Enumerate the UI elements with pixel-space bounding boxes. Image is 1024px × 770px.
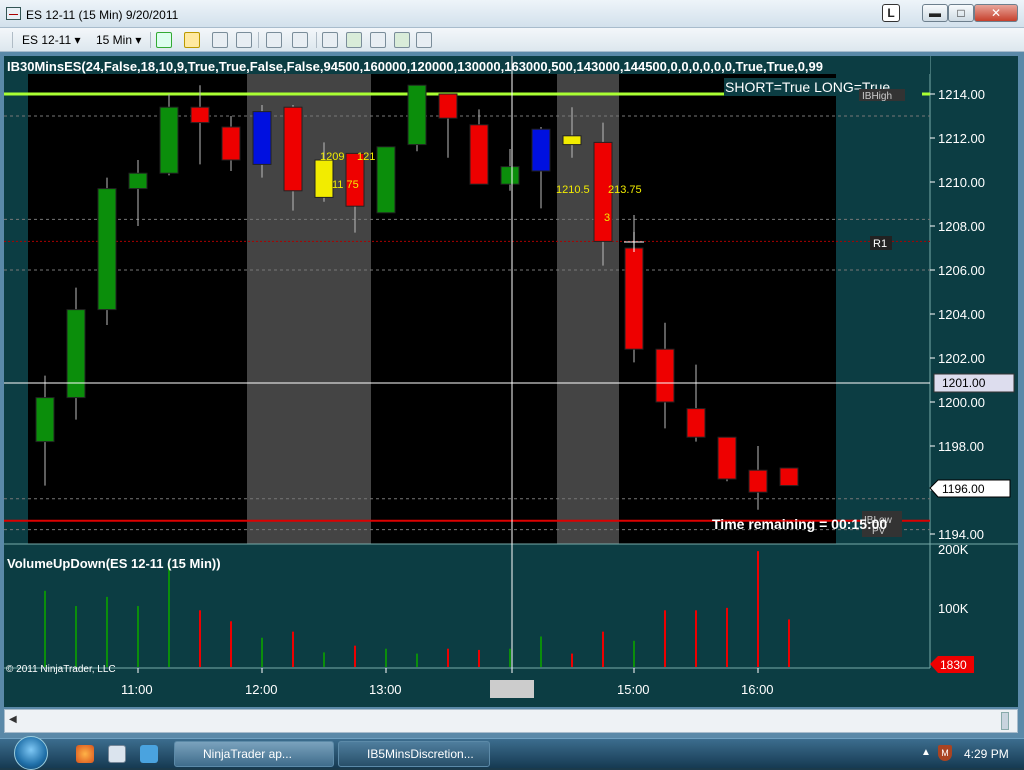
crosshair-time-box [490, 680, 534, 698]
candle-body-4 [159, 106, 179, 174]
crosshair-price: 1201.00 [942, 376, 986, 390]
candle-body-16 [531, 128, 551, 172]
task-ib5mins-folder[interactable]: IB5MinsDiscretion... [338, 741, 490, 767]
last-volume: 1830 [940, 658, 967, 672]
close-button[interactable]: ✕ [974, 4, 1018, 22]
candle-body-7 [252, 111, 272, 165]
clock[interactable]: 4:29 PM [964, 747, 1009, 761]
indicators-panel-icon[interactable] [346, 32, 362, 48]
ib-high-label: IBHigh [862, 91, 892, 102]
price-tick-label-4: 1206.00 [938, 263, 985, 278]
candle-body-19 [624, 247, 644, 350]
candle-body-17 [562, 135, 582, 146]
price-tick-label-5: 1204.00 [938, 307, 985, 322]
drawing-tool-icon[interactable] [184, 32, 200, 48]
time-remaining: Time remaining = 00:15:00 [712, 516, 887, 532]
indicator-icon[interactable] [212, 32, 228, 48]
candle-body-12 [407, 84, 427, 146]
price-tick-label-6: 1202.00 [938, 351, 985, 366]
data-box-icon[interactable] [394, 32, 410, 48]
chart-app-icon [6, 7, 21, 20]
indicator-label: IB30MinsES(24,False,18,10,9,True,True,Fa… [7, 59, 823, 74]
time-tick-label-2: 13:00 [369, 682, 402, 697]
candle-body-24 [779, 467, 799, 487]
toolbar-separator [150, 32, 151, 48]
candle-body-21 [686, 408, 706, 438]
annotation-1210-5: 1210.5 [556, 184, 590, 196]
link-button[interactable]: L [882, 4, 900, 22]
candle-body-6 [221, 126, 241, 161]
start-button[interactable] [14, 736, 48, 770]
zoom-icon[interactable] [292, 32, 308, 48]
candle-body-5 [190, 106, 210, 124]
strategies-panel-icon[interactable] [370, 32, 386, 48]
toolbar-grip [12, 32, 13, 48]
strategy-icon[interactable] [236, 32, 252, 48]
right-pad-zone [836, 56, 930, 544]
minimize-button[interactable]: ▬ [922, 4, 948, 22]
ninjatrader-chart-window: ES 12-11 (15 Min) 9/20/2011 L ▬ □ ✕ ES 1… [0, 0, 1024, 738]
explorer-window-icon[interactable] [108, 745, 126, 763]
antivirus-tray-icon[interactable]: M [938, 745, 952, 761]
candle-body-15 [500, 166, 520, 185]
taskbar: NinjaTrader ap... IB5MinsDiscretion... ▲… [0, 736, 1024, 770]
price-tick-label-10: 1194.00 [938, 527, 984, 542]
ie-icon[interactable] [140, 745, 158, 763]
firefox-icon[interactable] [76, 745, 94, 763]
candle-body-13 [438, 93, 458, 119]
show-hidden-icons-arrow[interactable]: ▲ [921, 747, 931, 758]
price-tick-label-1: 1212.00 [938, 131, 985, 146]
time-tick-label-5: 16:00 [741, 682, 774, 697]
bar-type-icon[interactable] [156, 32, 172, 48]
candle-body-9 [314, 159, 334, 198]
copyright: © 2011 NinjaTrader, LLC [6, 664, 116, 675]
toolbar-separator [316, 32, 317, 48]
annotation-213-75: 213.75 [608, 184, 642, 196]
last-price: 1196.00 [942, 482, 985, 496]
task-ninjatrader[interactable]: NinjaTrader ap... [174, 741, 334, 767]
annotation-121: 121 [357, 151, 375, 163]
left-pad-zone [4, 56, 28, 544]
time-tick-label-4: 15:00 [617, 682, 650, 697]
candle-body-23 [748, 469, 768, 493]
time-tick-label-1: 12:00 [245, 682, 278, 697]
r1-label: R1 [873, 238, 887, 250]
price-tick-label-2: 1210.00 [938, 175, 985, 190]
candle-body-2 [97, 188, 117, 311]
annotation-11-75: 11 75 [332, 179, 359, 191]
time-tick-label-0: 11:00 [121, 682, 153, 697]
annotation-3: 3 [604, 212, 610, 224]
price-axis-panel [930, 56, 1018, 544]
price-tick-label-7: 1200.00 [938, 395, 985, 410]
chart-area[interactable]: 1214.00 1212.00 1210.00 1208.00 1206.00 1204.… [4, 56, 1018, 707]
candle-body-22 [717, 436, 737, 480]
interval-selector[interactable]: 15 Min ▾ [96, 30, 141, 50]
maximize-button[interactable]: □ [948, 4, 974, 22]
chart-toolbar: ES 12-11 ▾ 15 Min ▾ [0, 28, 1024, 52]
instrument-selector[interactable]: ES 12-11 ▾ [22, 30, 81, 50]
volume-title: VolumeUpDown(ES 12-11 (15 Min)) [7, 556, 221, 571]
scroll-left-arrow[interactable]: ◀ [9, 714, 19, 728]
annotation-1209: 1209 [320, 151, 344, 163]
chart-trader-icon[interactable] [416, 32, 432, 48]
candle-body-8 [283, 106, 303, 192]
price-tick-label-8: 1198.00 [938, 439, 984, 454]
price-tick-label-3: 1208.00 [938, 219, 985, 234]
candle-body-0 [35, 397, 55, 443]
candle-body-20 [655, 348, 675, 403]
candle-body-14 [469, 124, 489, 185]
horizontal-scrollbar[interactable]: ◀ [4, 709, 1018, 733]
candle-body-3 [128, 172, 148, 190]
title-bar[interactable]: ES 12-11 (15 Min) 9/20/2011 L ▬ □ ✕ [0, 0, 1024, 28]
volume-tick-label-0: 200K [938, 542, 969, 557]
toolbar-separator [258, 32, 259, 48]
scroll-thumb[interactable] [1001, 712, 1009, 730]
crosshair-icon[interactable] [266, 32, 282, 48]
properties-icon[interactable] [322, 32, 338, 48]
candle-body-11 [376, 146, 396, 214]
price-tick-label-0: 1214.00 [938, 87, 985, 102]
volume-tick-label-1: 100K [938, 601, 969, 616]
window-title: ES 12-11 (15 Min) 9/20/2011 [26, 8, 179, 22]
candle-body-1 [66, 309, 86, 399]
